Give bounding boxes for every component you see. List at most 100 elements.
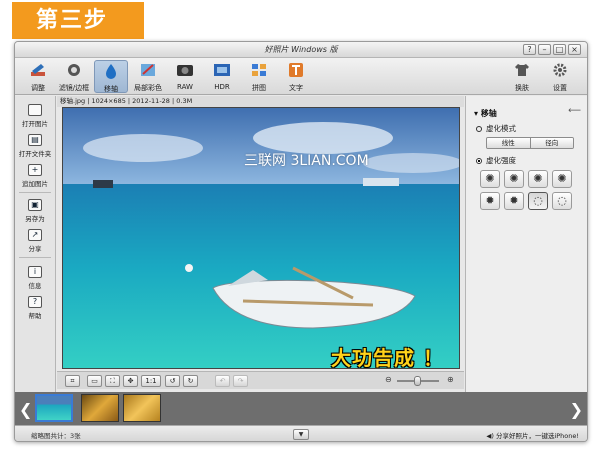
sidebar-divider: [19, 192, 51, 193]
aperture-option[interactable]: ✺: [504, 170, 524, 188]
panel-title: ▾ 移轴: [474, 109, 497, 118]
maximize-button[interactable]: □: [553, 44, 566, 55]
sidebar-item-open-image[interactable]: 打开图片: [15, 104, 55, 128]
fullscreen-button[interactable]: ⛶: [105, 375, 120, 387]
share-promo[interactable]: ◀) 分享好照片，一键选iPhone!: [486, 430, 579, 440]
sidebar-divider: [19, 257, 51, 258]
tool-raw[interactable]: RAW: [168, 60, 202, 93]
watermark-text: 三联网 3LIAN.COM: [244, 153, 369, 169]
pan-button[interactable]: ✥: [123, 375, 138, 387]
add-image-icon: +: [28, 164, 42, 176]
blur-strength-label: 虚化强度: [476, 155, 516, 166]
tilt-shift-panel: ▾ 移轴 ⟵ 虚化模式 线性 径向 虚化强度 ✺ ✺ ✺ ✺ ✹ ✹ ◌ ◌: [465, 96, 587, 392]
thumbnail-3[interactable]: [123, 394, 161, 422]
tool-hdr[interactable]: HDR: [205, 60, 239, 93]
blur-mode-radio[interactable]: [476, 126, 482, 132]
sidebar-item-share[interactable]: ↗ 分享: [15, 229, 55, 253]
collage-icon: [252, 64, 266, 76]
tool-label: 文字: [289, 84, 303, 92]
thumbnail-count: 缩略图共计：3张: [31, 432, 81, 440]
blur-strength-radio[interactable]: [476, 158, 482, 164]
tool-label: 设置: [553, 84, 567, 92]
tool-collage[interactable]: 拼图: [242, 60, 276, 93]
sidebar-item-append-image[interactable]: + 追加图片: [15, 164, 55, 188]
aperture-icon: ✹: [509, 194, 519, 207]
chevron-down-icon: ▼: [298, 431, 304, 438]
blur-strength-text: 虚化强度: [486, 156, 516, 165]
rotate-right-button[interactable]: ↻: [183, 375, 198, 387]
aperture-option[interactable]: ✺: [480, 170, 500, 188]
sidebar-item-label: 打开图片: [22, 120, 48, 128]
zoom-slider-handle[interactable]: [414, 376, 421, 386]
aperture-option[interactable]: ✺: [552, 170, 572, 188]
prev-arrow-icon[interactable]: ❮: [19, 400, 32, 419]
sidebar-item-label: 分享: [28, 245, 42, 253]
undo-button[interactable]: ↶: [215, 375, 230, 387]
aperture-icon: ◌: [533, 194, 543, 207]
thumbnail-1[interactable]: [35, 394, 73, 422]
next-arrow-icon[interactable]: ❯: [570, 400, 583, 419]
aperture-option-selected[interactable]: ◌: [528, 192, 548, 210]
gear-icon: [553, 63, 567, 77]
tool-label: 滤镜/边框: [58, 84, 90, 92]
aperture-option[interactable]: ✺: [528, 170, 548, 188]
tool-adjust[interactable]: 调整: [21, 60, 55, 93]
zoom-in-icon[interactable]: ⊕: [447, 375, 454, 384]
aperture-icon: ◌: [557, 194, 567, 207]
filter-icon: [68, 64, 80, 76]
tilt-shift-icon: [106, 64, 116, 79]
mode-radial-button[interactable]: 径向: [529, 138, 573, 148]
blur-mode-label: 虚化模式: [476, 123, 516, 134]
sidebar-item-label: 另存为: [25, 215, 45, 223]
skin-button[interactable]: 换肤: [505, 60, 539, 93]
close-button[interactable]: ×: [568, 44, 581, 55]
status-bar: 缩略图共计：3张 ▼ ◀) 分享好照片，一键选iPhone!: [15, 425, 587, 441]
aperture-option[interactable]: ◌: [552, 192, 572, 210]
redo-button[interactable]: ↷: [233, 375, 248, 387]
aperture-option[interactable]: ✹: [504, 192, 524, 210]
photo-canvas[interactable]: 三联网 3LIAN.COM 大功告成 ！: [62, 107, 460, 369]
speaker-icon: ◀): [486, 432, 494, 440]
crop-button[interactable]: ⌗: [65, 375, 80, 387]
zoom-out-icon[interactable]: ⊖: [385, 375, 392, 384]
redo-icon: ↷: [237, 377, 244, 385]
fit-button[interactable]: ▭: [87, 375, 102, 387]
sidebar-item-info[interactable]: i 信息: [15, 266, 55, 290]
sidebar-item-save-as[interactable]: ▣ 另存为: [15, 199, 55, 223]
sidebar-item-open-folder[interactable]: ▤ 打开文件夹: [15, 134, 55, 158]
mode-linear-button[interactable]: 线性: [487, 138, 530, 148]
text-icon: [289, 63, 303, 77]
thumbnail-2[interactable]: [81, 394, 119, 422]
blur-mode-selector: 线性 径向: [486, 137, 574, 149]
minimize-button[interactable]: –: [538, 44, 551, 55]
back-arrow-icon[interactable]: ⟵: [568, 106, 581, 116]
image-icon: [28, 104, 42, 116]
tool-local-color[interactable]: 局部彩色: [131, 60, 165, 93]
fit-icon: ▭: [91, 377, 98, 385]
tool-label: HDR: [214, 83, 230, 91]
aperture-option[interactable]: ✹: [480, 192, 500, 210]
aperture-icon: ✹: [485, 194, 495, 207]
tool-tilt-shift[interactable]: 移轴: [94, 60, 128, 93]
app-window: 好照片 Windows 版 ? – □ × 调整 滤镜/边框 移轴 局部彩色 R…: [14, 41, 588, 442]
rotate-left-button[interactable]: ↺: [165, 375, 180, 387]
canvas-toolbar: ⌗ ▭ ⛶ ✥ 1:1 ↺ ↻ ↶ ↷ ⊖ ⊕: [57, 371, 464, 389]
sidebar-item-label: 追加图片: [22, 180, 48, 188]
help-button[interactable]: ?: [523, 44, 536, 55]
tool-filter-frame[interactable]: 滤镜/边框: [57, 60, 91, 93]
save-icon: ▣: [28, 199, 42, 211]
rotate-left-icon: ↺: [169, 377, 176, 385]
share-promo-text: 分享好照片，一键选iPhone!: [495, 432, 579, 440]
aperture-icon: ✺: [533, 172, 543, 185]
collapse-button[interactable]: ▼: [293, 429, 309, 440]
rotate-right-icon: ↻: [187, 377, 194, 385]
aperture-icon: ✺: [557, 172, 567, 185]
settings-button[interactable]: 设置: [543, 60, 577, 93]
actual-size-button[interactable]: 1:1: [141, 375, 161, 387]
sidebar-item-label: 信息: [28, 282, 42, 290]
aperture-grid: ✺ ✺ ✺ ✺ ✹ ✹ ◌ ◌: [480, 170, 572, 210]
blur-mode-text: 虚化模式: [486, 124, 516, 133]
tool-label: 拼图: [252, 84, 266, 92]
sidebar-item-help[interactable]: ? 帮助: [15, 296, 55, 320]
tool-text[interactable]: 文字: [279, 60, 313, 93]
